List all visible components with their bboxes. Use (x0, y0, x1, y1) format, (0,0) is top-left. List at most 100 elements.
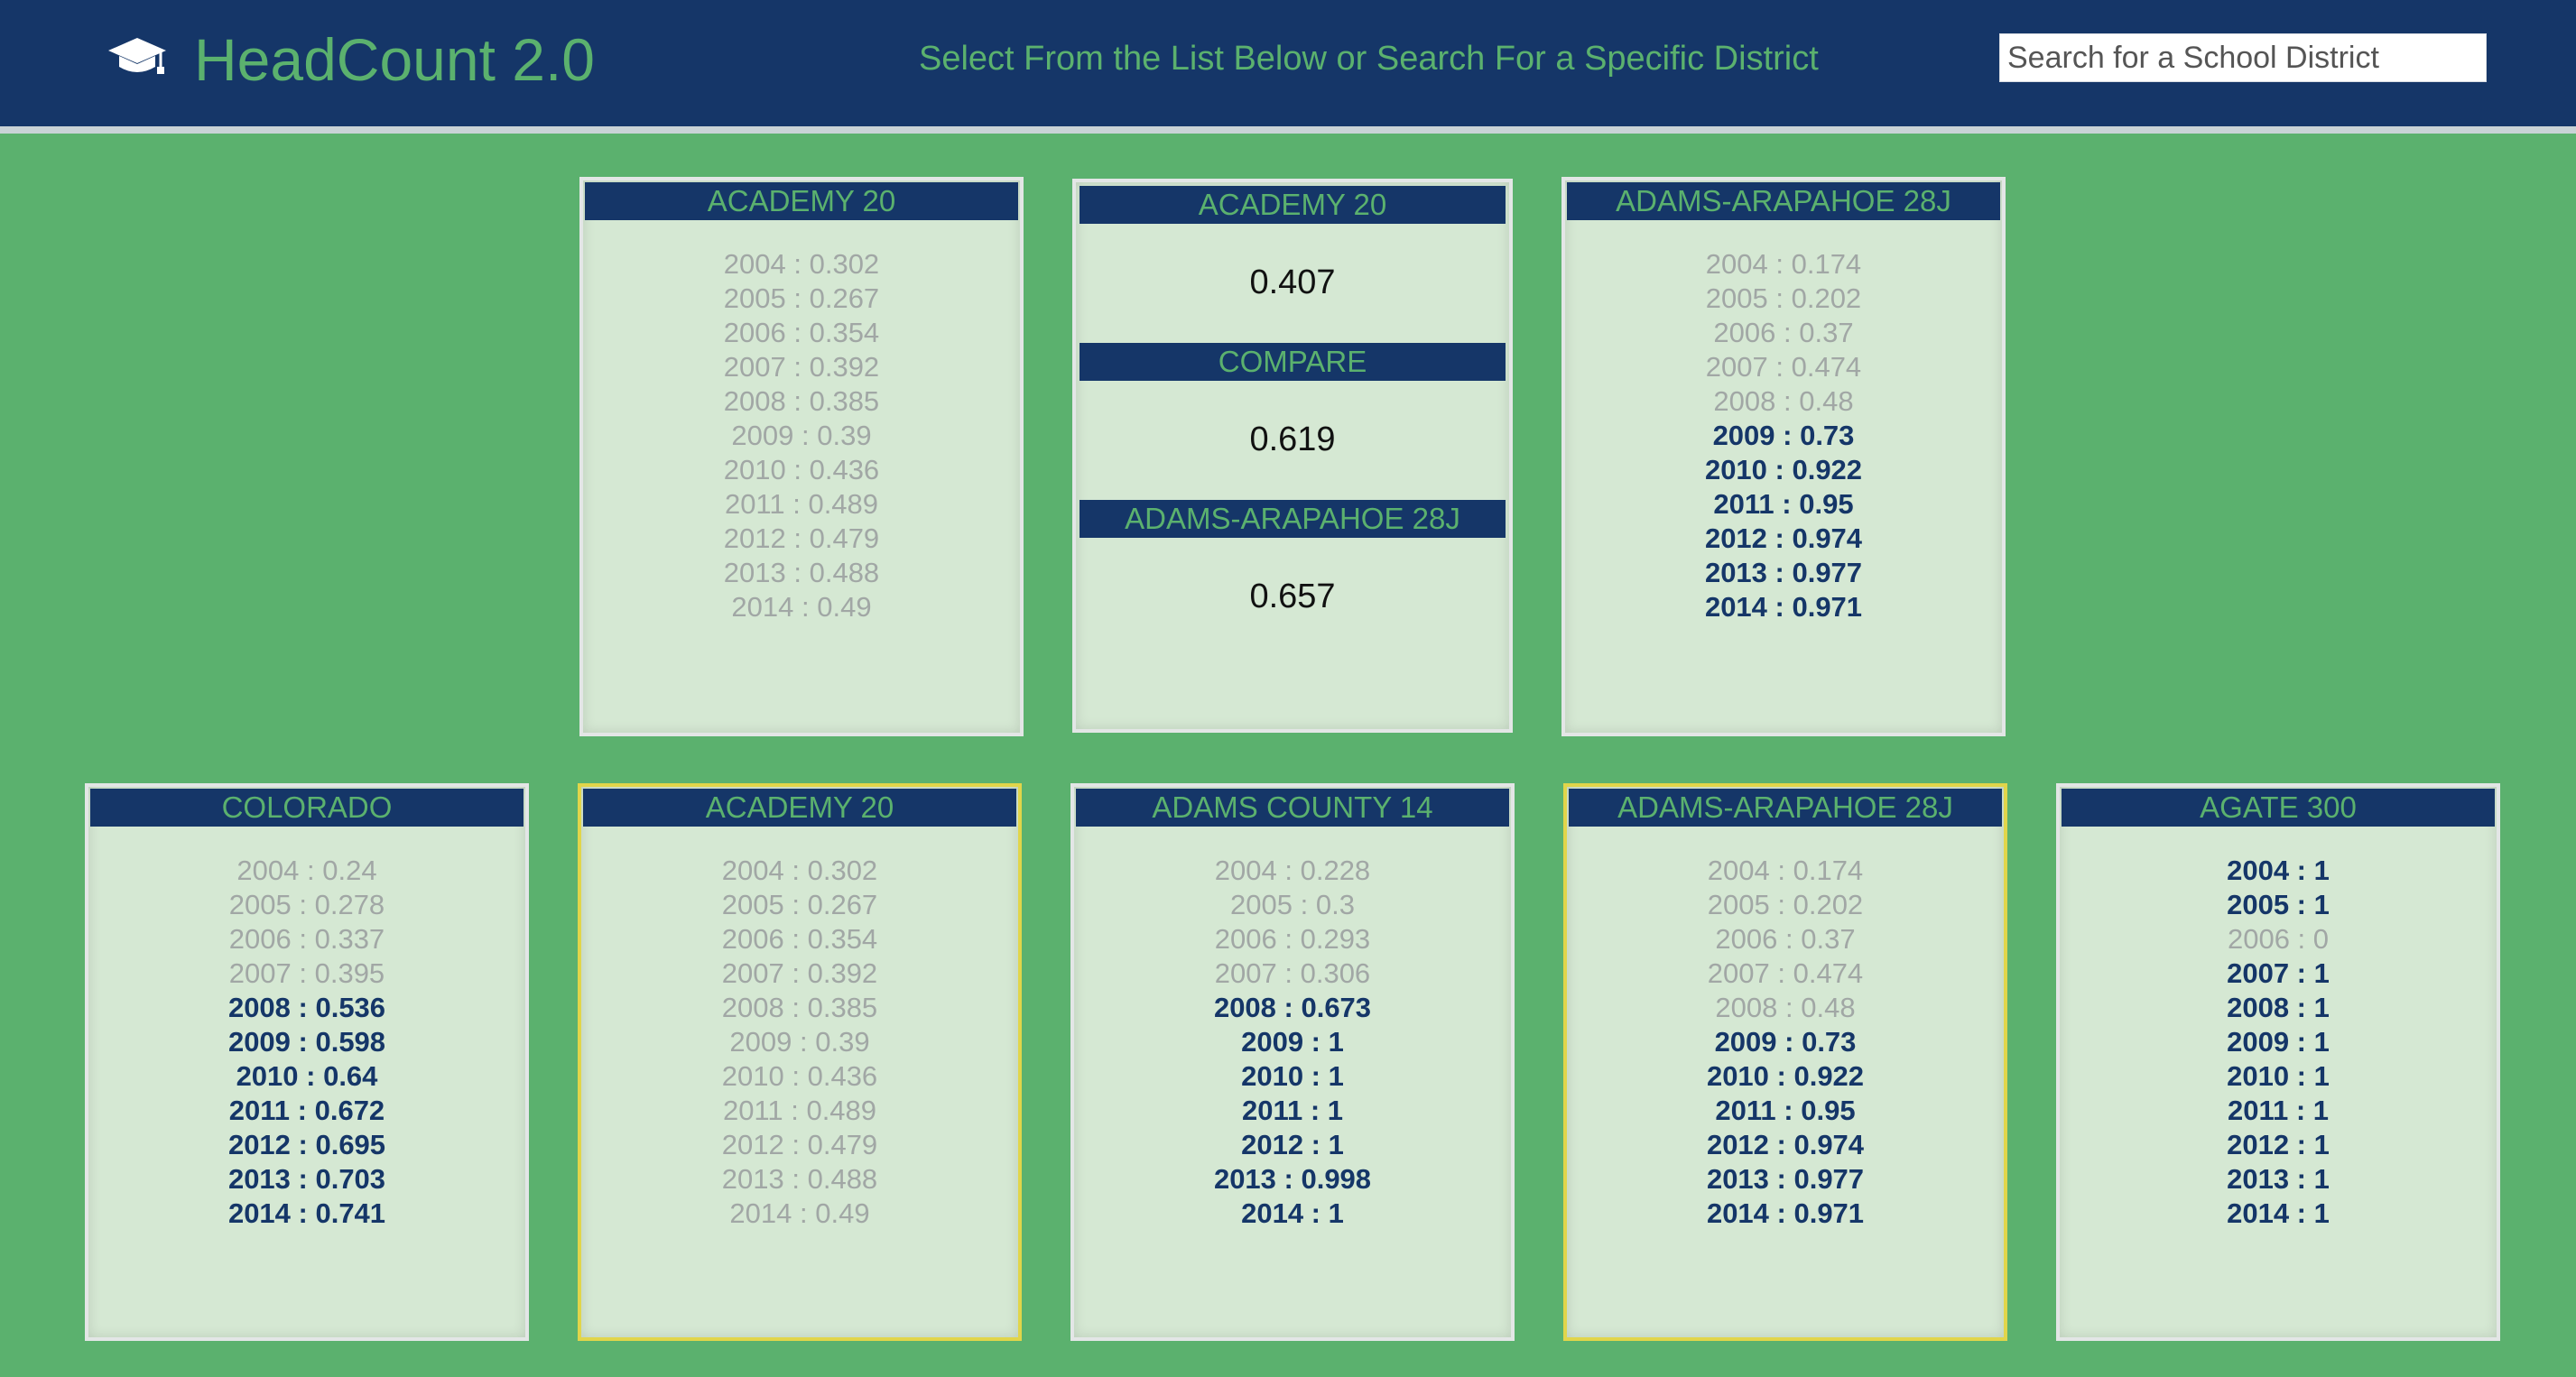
year-value-row: 2013 : 0.977 (1706, 1163, 1865, 1195)
year-value-row: 2006 : 0.354 (721, 923, 878, 955)
district-card-adams-arapahoe-28j[interactable]: ADAMS-ARAPAHOE 28J 2004 : 0.174 2005 : 0.… (1563, 783, 2007, 1341)
year-value-row: 2012 : 0.974 (1706, 1129, 1865, 1160)
year-value-row: 2014 : 0.971 (1704, 591, 1863, 623)
year-value-row: 2014 : 1 (2227, 1197, 2330, 1229)
year-value-row: 2013 : 0.977 (1704, 557, 1863, 588)
year-value-row: 2006 : 0.37 (1713, 317, 1854, 348)
district-card-title: ACADEMY 20 (585, 182, 1018, 220)
year-value-row: 2006 : 0 (2227, 923, 2330, 955)
year-list: 2004 : 0.228 2005 : 0.3 2006 : 0.293 2007 :… (1074, 854, 1511, 1231)
year-value-row: 2011 : 1 (2227, 1095, 2330, 1126)
year-value-row: 2014 : 0.49 (731, 591, 872, 623)
year-value-row: 2005 : 0.202 (1705, 282, 1862, 314)
year-value-row: 2013 : 0.488 (721, 1163, 878, 1195)
year-value-row: 2010 : 0.436 (723, 454, 880, 485)
year-value-row: 2013 : 0.488 (723, 557, 880, 588)
year-value-row: 2009 : 0.598 (227, 1026, 386, 1058)
district-card-adams-county-14[interactable]: ADAMS COUNTY 14 2004 : 0.228 2005 : 0.3 20… (1070, 783, 1515, 1341)
district-card-title: AGATE 300 (2062, 789, 2495, 827)
year-value-row: 2008 : 0.48 (1715, 992, 1856, 1023)
year-value-row: 2005 : 0.267 (721, 889, 878, 920)
year-value-row: 2006 : 0.37 (1715, 923, 1856, 955)
compare-left-district: ACADEMY 20 (1080, 186, 1506, 224)
year-value-row: 2009 : 1 (2227, 1026, 2330, 1058)
year-value-row: 2005 : 0.267 (723, 282, 880, 314)
year-value-row: 2005 : 0.278 (228, 889, 385, 920)
district-search-input[interactable] (1999, 33, 2487, 82)
year-value-row: 2009 : 0.39 (731, 420, 872, 451)
year-value-row: 2005 : 0.202 (1707, 889, 1864, 920)
compare-left-value: 0.407 (1249, 263, 1336, 301)
compare-panel: ACADEMY 20 0.407 COMPARE 0.619 ADAMS-ARA… (1072, 179, 1513, 733)
year-value-row: 2009 : 0.73 (1712, 420, 1855, 451)
year-value-row: 2012 : 0.974 (1704, 522, 1863, 554)
year-list: 2004 : 0.24 2005 : 0.278 2006 : 0.337 2007 … (88, 854, 525, 1231)
year-value-row: 2008 : 1 (2227, 992, 2330, 1023)
year-value-row: 2005 : 0.3 (1230, 889, 1355, 920)
comparison-card-right[interactable]: ADAMS-ARAPAHOE 28J 2004 : 0.174 2005 : 0.… (1561, 177, 2006, 736)
header-instruction: Select From the List Below or Search For… (919, 40, 1819, 78)
compare-ratio-value: 0.619 (1249, 420, 1336, 458)
year-value-row: 2014 : 0.49 (729, 1197, 870, 1229)
year-value-row: 2007 : 1 (2227, 957, 2330, 989)
year-value-row: 2009 : 0.39 (729, 1026, 870, 1058)
year-value-row: 2006 : 0.337 (228, 923, 385, 955)
year-value-row: 2011 : 0.672 (228, 1095, 385, 1126)
district-card-academy-20[interactable]: ACADEMY 20 2004 : 0.302 2005 : 0.267 2006 … (578, 783, 1022, 1341)
year-value-row: 2013 : 0.703 (227, 1163, 386, 1195)
year-value-row: 2006 : 0.354 (723, 317, 880, 348)
year-value-row: 2010 : 1 (1241, 1060, 1344, 1092)
year-value-row: 2004 : 1 (2227, 855, 2330, 886)
year-value-row: 2010 : 0.922 (1704, 454, 1863, 485)
year-value-row: 2006 : 0.293 (1214, 923, 1371, 955)
district-card-title: ADAMS COUNTY 14 (1076, 789, 1509, 827)
year-value-row: 2010 : 0.922 (1706, 1060, 1865, 1092)
app-header: HeadCount 2.0 Select From the List Below… (0, 0, 2576, 134)
year-value-row: 2012 : 0.695 (227, 1129, 386, 1160)
year-value-row: 2008 : 0.673 (1213, 992, 1372, 1023)
year-value-row: 2011 : 0.95 (1713, 488, 1854, 520)
year-value-row: 2007 : 0.306 (1214, 957, 1371, 989)
graduation-cap-icon (107, 36, 168, 78)
year-value-row: 2008 : 0.385 (721, 992, 878, 1023)
compare-right-district: ADAMS-ARAPAHOE 28J (1080, 500, 1506, 538)
year-value-row: 2011 : 0.95 (1715, 1095, 1856, 1126)
year-value-row: 2014 : 1 (1241, 1197, 1344, 1229)
year-value-row: 2012 : 0.479 (723, 522, 880, 554)
year-value-row: 2004 : 0.302 (723, 248, 880, 280)
year-value-row: 2011 : 1 (1241, 1095, 1344, 1126)
district-card-title: ACADEMY 20 (583, 789, 1016, 827)
compare-right-value: 0.657 (1249, 578, 1336, 615)
year-list: 2004 : 0.174 2005 : 0.202 2006 : 0.37 2007 … (1565, 247, 2002, 624)
year-value-row: 2007 : 0.392 (723, 351, 880, 383)
year-value-row: 2008 : 0.536 (227, 992, 386, 1023)
year-value-row: 2009 : 1 (1241, 1026, 1344, 1058)
district-card-colorado[interactable]: COLORADO 2004 : 0.24 2005 : 0.278 2006 : 0… (85, 783, 529, 1341)
year-value-row: 2007 : 0.395 (228, 957, 385, 989)
app-title: HeadCount 2.0 (194, 26, 595, 93)
year-value-row: 2004 : 0.174 (1705, 248, 1862, 280)
year-value-row: 2010 : 0.436 (721, 1060, 878, 1092)
year-list: 2004 : 1 2005 : 1 2006 : 0 2007 : 1 2008 : 1… (2060, 854, 2497, 1231)
district-card-title: ADAMS-ARAPAHOE 28J (1569, 789, 2002, 827)
year-value-row: 2012 : 1 (1241, 1129, 1344, 1160)
year-value-row: 2008 : 0.385 (723, 385, 880, 417)
year-value-row: 2011 : 0.489 (722, 1095, 877, 1126)
year-value-row: 2007 : 0.474 (1707, 957, 1864, 989)
year-value-row: 2014 : 0.971 (1706, 1197, 1865, 1229)
year-value-row: 2011 : 0.489 (724, 488, 879, 520)
comparison-card-left[interactable]: ACADEMY 20 2004 : 0.302 2005 : 0.267 2006 … (579, 177, 1024, 736)
district-card-title: COLORADO (90, 789, 524, 827)
year-value-row: 2014 : 0.741 (227, 1197, 386, 1229)
year-value-row: 2008 : 0.48 (1713, 385, 1854, 417)
year-value-row: 2012 : 0.479 (721, 1129, 878, 1160)
compare-label: COMPARE (1080, 343, 1506, 381)
year-list: 2004 : 0.302 2005 : 0.267 2006 : 0.354 2007… (583, 247, 1020, 624)
district-card-agate-300[interactable]: AGATE 300 2004 : 1 2005 : 1 2006 : 0 2007 :… (2056, 783, 2500, 1341)
year-list: 2004 : 0.174 2005 : 0.202 2006 : 0.37 2007 … (1567, 854, 2004, 1231)
year-value-row: 2004 : 0.174 (1707, 855, 1864, 886)
year-value-row: 2013 : 1 (2227, 1163, 2330, 1195)
year-value-row: 2004 : 0.228 (1214, 855, 1371, 886)
year-value-row: 2007 : 0.392 (721, 957, 878, 989)
district-card-title: ADAMS-ARAPAHOE 28J (1567, 182, 2000, 220)
